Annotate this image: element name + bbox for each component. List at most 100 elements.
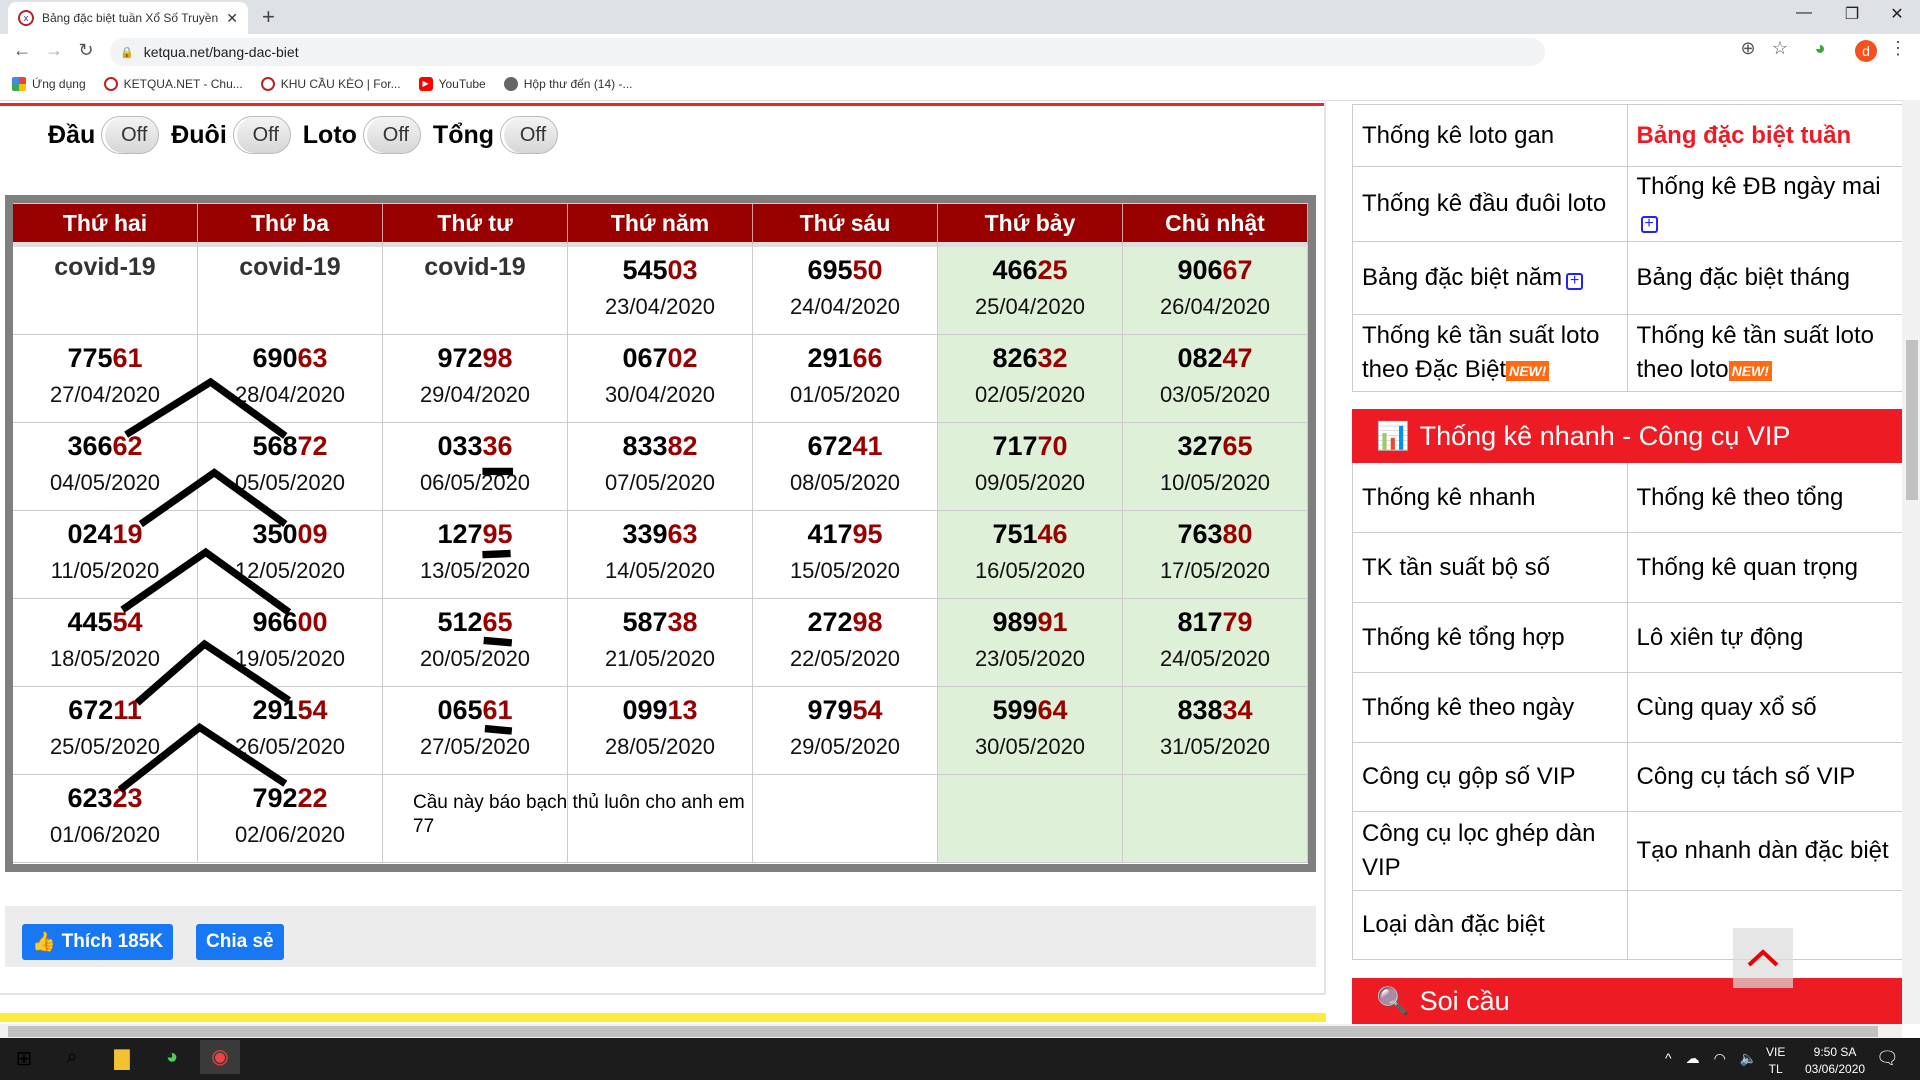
table-cell: 77561 27/04/2020 — [13, 335, 198, 423]
sidebar-link[interactable]: TK tần suất bộ số — [1353, 533, 1628, 602]
prize-number: 98991 — [938, 607, 1122, 638]
restore-icon[interactable]: ❐ — [1832, 4, 1872, 24]
bookmark-inbox[interactable]: Hộp thư đến (14) -... — [503, 76, 632, 91]
clock-date: 03/06/2020 — [1805, 1062, 1866, 1076]
facebook-like-button[interactable]: 👍 Thích 185K — [22, 924, 174, 960]
minimize-icon[interactable]: — — [1784, 4, 1824, 22]
vertical-scrollbar[interactable] — [1902, 100, 1920, 1024]
profile-avatar[interactable]: d — [1855, 40, 1877, 62]
sidebar-row: Loại dàn đặc biệt — [1352, 891, 1902, 960]
sidebar-link[interactable]: Loại dàn đặc biệt — [1353, 891, 1628, 959]
number-head: 587 — [622, 607, 668, 637]
prize-number: 46625 — [938, 255, 1122, 286]
scroll-to-top-button[interactable] — [1733, 928, 1793, 988]
draw-date: 21/05/2020 — [604, 646, 716, 671]
sidebar-link[interactable]: Công cụ lọc ghép dàn VIP — [1353, 812, 1628, 890]
wifi-icon[interactable]: ◠ — [1714, 1050, 1726, 1067]
like-label: Thích 185K — [61, 931, 164, 952]
search-icon[interactable]: ⌕ — [52, 1046, 92, 1069]
prize-number: 67241 — [753, 431, 937, 462]
sidebar-link[interactable]: Thống kê tần suất loto theo Đặc Biệt NEW! — [1353, 315, 1628, 391]
sidebar-link[interactable]: Thống kê nhanh — [1353, 463, 1628, 532]
prize-number: 71770 — [938, 431, 1122, 462]
number-head: 466 — [992, 255, 1038, 285]
red-divider — [0, 103, 1326, 106]
sidebar-link[interactable]: Thống kê loto gan — [1353, 105, 1628, 166]
forward-icon[interactable]: → — [42, 40, 66, 61]
soi-cau-header[interactable]: 🔍 Soi cầu — [1352, 978, 1902, 1024]
windows-start-icon[interactable]: ⊞ — [4, 1046, 44, 1071]
toggle-switch[interactable]: Off — [362, 116, 421, 154]
clock[interactable]: 9:50 SA 03/06/2020 — [1805, 1044, 1865, 1078]
lang-code: VIE — [1766, 1045, 1786, 1059]
bar-chart-icon: 📊 — [1376, 421, 1410, 451]
file-explorer-icon[interactable]: ▇ — [102, 1046, 142, 1071]
sidebar-link[interactable]: Thống kê quan trọng — [1628, 533, 1903, 602]
sidebar-link[interactable]: Bảng đặc biệt tháng — [1628, 242, 1903, 314]
extension-icon[interactable]: ◕ — [1808, 38, 1832, 59]
sidebar-link[interactable]: Cùng quay xổ số — [1628, 673, 1903, 742]
prize-number: 35009 — [198, 519, 382, 550]
menu-icon[interactable]: ⋮ — [1886, 38, 1910, 59]
sidebar-link[interactable]: Bảng đặc biệt năm + — [1353, 242, 1628, 314]
address-bar[interactable]: 🔒 ketqua.net/bang-dac-biet — [110, 38, 1545, 66]
browser-tab[interactable]: x Bảng đặc biệt tuần Xổ Số Truyền ✕ — [8, 2, 248, 34]
tray-expand-icon[interactable]: ^ — [1665, 1050, 1672, 1067]
sidebar-link[interactable]: Công cụ tách số VIP — [1628, 743, 1903, 811]
chrome-icon[interactable]: ◉ — [200, 1040, 240, 1074]
sidebar-link[interactable]: Thống kê tổng hợp — [1353, 603, 1628, 672]
facebook-share-button[interactable]: Chia sẻ — [196, 924, 284, 960]
new-badge: NEW! — [1506, 360, 1550, 381]
toggle-switch[interactable]: Off — [101, 116, 160, 154]
download-manager-icon[interactable]: ◕ — [152, 1046, 192, 1069]
close-window-icon[interactable]: ✕ — [1877, 4, 1917, 24]
reload-icon[interactable]: ↻ — [74, 40, 98, 61]
prize-number: 08247 — [1123, 343, 1307, 374]
sidebar-row: Thống kê tổng hợp Lô xiên tự động — [1352, 603, 1902, 673]
input-language[interactable]: VIE TL — [1766, 1044, 1785, 1078]
share-label: Chia sẻ — [206, 931, 274, 952]
table-grid: Thứ hai Thứ ba Thứ tư Thứ năm Thứ sáu Thứ bảy… — [13, 203, 1308, 864]
close-tab-icon[interactable]: ✕ — [226, 10, 238, 27]
zoom-icon[interactable]: ⊕ — [1736, 38, 1760, 59]
sidebar-link-label: Công cụ tách số VIP — [1636, 763, 1856, 790]
sidebar-link[interactable]: Thống kê theo ngày — [1353, 673, 1628, 742]
bookmark-star-icon[interactable]: ☆ — [1768, 38, 1792, 59]
back-icon[interactable]: ← — [10, 40, 34, 61]
number-head: 568 — [252, 431, 298, 461]
prize-number: 29154 — [198, 695, 382, 726]
sidebar-link[interactable]: Lô xiên tự động — [1628, 603, 1903, 672]
vertical-scroll-thumb[interactable] — [1906, 340, 1918, 500]
content-border — [0, 993, 1326, 995]
expand-plus-icon[interactable]: + — [1640, 216, 1658, 233]
draw-date: 07/05/2020 — [604, 470, 716, 495]
table-cell: 32765 10/05/2020 — [1123, 423, 1308, 511]
new-badge: NEW! — [1728, 360, 1772, 381]
toggle-switch[interactable]: Off — [500, 116, 559, 154]
horizontal-scroll-thumb[interactable] — [8, 1026, 1878, 1037]
number-head: 545 — [622, 255, 668, 285]
volume-icon[interactable]: 🔈 — [1740, 1050, 1757, 1067]
toggle-switch[interactable]: Off — [232, 116, 291, 154]
sidebar-link[interactable]: Công cụ gộp số VIP — [1353, 743, 1628, 811]
bookmark-ketqua[interactable]: KETQUA.NET - Chu... — [103, 76, 243, 91]
new-tab-button[interactable]: + — [262, 4, 275, 30]
table-cell: 36662 04/05/2020 — [13, 423, 198, 511]
expand-plus-icon[interactable]: + — [1566, 273, 1584, 290]
sidebar-link[interactable]: Thống kê theo tổng — [1628, 463, 1903, 532]
prize-number: 06561 — [383, 695, 567, 726]
number-tail: 50 — [852, 255, 883, 285]
sidebar-row: Bảng đặc biệt năm + Bảng đặc biệt tháng — [1352, 242, 1902, 315]
column-header: Thứ bảy — [938, 204, 1123, 247]
sidebar-link[interactable]: Thống kê tần suất loto theo loto NEW! — [1628, 315, 1903, 391]
sidebar-link[interactable]: Tạo nhanh dàn đặc biệt — [1628, 812, 1903, 890]
notifications-icon[interactable]: 🗨 — [1876, 1048, 1899, 1069]
sidebar-link[interactable]: Thống kê ĐB ngày mai + — [1628, 167, 1903, 241]
bookmark-khu-cau-keo[interactable]: KHU CẦU KÈO | For... — [260, 76, 401, 91]
bookmark-youtube[interactable]: ▶ YouTube — [418, 76, 486, 91]
bookmark-apps[interactable]: Ứng dụng — [12, 76, 86, 91]
sidebar-link[interactable]: Thống kê đầu đuôi loto — [1353, 167, 1628, 241]
sidebar-link[interactable]: Bảng đặc biệt tuần — [1628, 105, 1903, 166]
cell-note: Cầu này báo bạch thủ luôn cho anh em 77 — [413, 792, 745, 837]
onedrive-icon[interactable]: ☁ — [1686, 1050, 1700, 1067]
